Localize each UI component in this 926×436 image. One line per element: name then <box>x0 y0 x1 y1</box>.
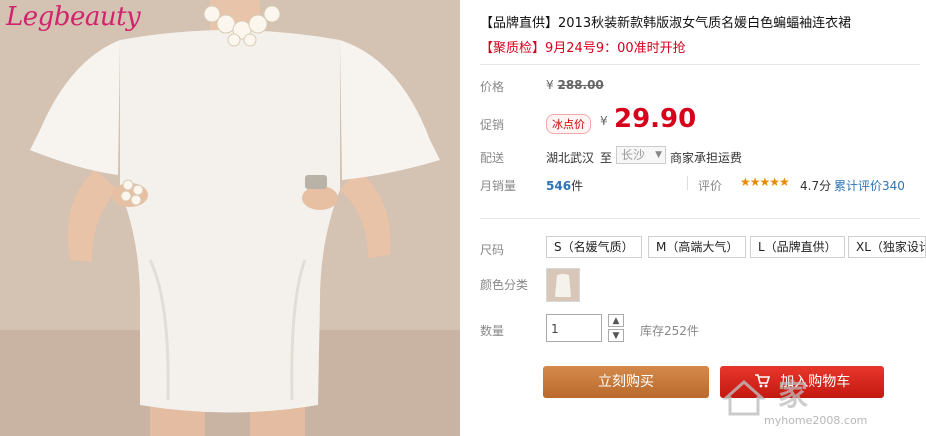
product-title: 【品牌直供】2013秋装新款韩版淑女气质名媛白色蝙蝠袖连衣裙 <box>480 16 852 31</box>
quantity-label: 数量 <box>480 324 505 338</box>
destination-value: 长沙 <box>621 148 646 162</box>
color-label: 颜色分类 <box>480 278 529 292</box>
promo-currency: ¥ <box>600 114 608 128</box>
reviews-link[interactable]: 累计评价340 <box>834 177 905 194</box>
size-label: 尺码 <box>480 243 505 257</box>
rating-score: 4.7分 <box>800 179 832 193</box>
quantity-input[interactable]: 1 <box>546 314 602 342</box>
price-label: 价格 <box>480 80 505 94</box>
size-option-m[interactable]: M（高端大气） <box>648 236 747 258</box>
size-option-l[interactable]: L（品牌直供） <box>750 236 845 258</box>
size-option-s[interactable]: S（名媛气质） <box>546 236 642 258</box>
increment-button[interactable]: ▲ <box>608 314 624 327</box>
shipping-label: 配送 <box>480 151 505 165</box>
rating-label: 评价 <box>698 179 723 193</box>
watermark-url: myhome2008.com <box>764 414 868 427</box>
promo-price: 29.90 <box>614 104 697 134</box>
shipping-note: 商家承担运费 <box>670 151 743 165</box>
sales-number: 546 <box>546 179 572 193</box>
product-detail-panel: 【品牌直供】2013秋装新款韩版淑女气质名媛白色蝙蝠袖连衣裙 【聚质检】9月24… <box>470 0 926 436</box>
color-swatch-white[interactable] <box>546 268 580 302</box>
watermark-logo: 家 <box>722 370 808 416</box>
product-photo: Legbeauty <box>0 0 460 436</box>
product-subtitle: 【聚质检】9月24号9：00准时开抢 <box>480 41 686 56</box>
star-rating-icon: ★★★★★ <box>740 175 790 189</box>
stock-text: 库存252件 <box>640 324 699 338</box>
size-option-xl[interactable]: XL（独家设计 <box>848 236 926 258</box>
watermark-text: 家 <box>777 378 808 413</box>
promo-badge: 冰点价 <box>546 114 591 134</box>
sales-label: 月销量 <box>480 179 517 193</box>
dress-illustration <box>0 0 460 436</box>
shipping-from: 湖北武汉 <box>546 151 595 165</box>
original-price-value: 288.00 <box>557 78 604 92</box>
buy-now-button[interactable]: 立刻购买 <box>543 366 709 398</box>
sales-unit: 件 <box>571 179 584 193</box>
decrement-button[interactable]: ▼ <box>608 329 624 342</box>
brand-logo: Legbeauty <box>6 2 141 32</box>
chevron-down-icon: ▼ <box>655 150 662 160</box>
original-price: ¥ 288.00 <box>546 78 604 92</box>
shipping-to-word: 至 <box>600 151 613 165</box>
divider <box>687 176 688 190</box>
destination-select[interactable]: 长沙 ▼ <box>616 146 666 164</box>
sales-count: 546件 <box>546 177 583 194</box>
promo-label: 促销 <box>480 118 505 132</box>
divider <box>480 218 920 219</box>
divider <box>480 64 920 65</box>
currency-symbol: ¥ <box>546 78 554 92</box>
